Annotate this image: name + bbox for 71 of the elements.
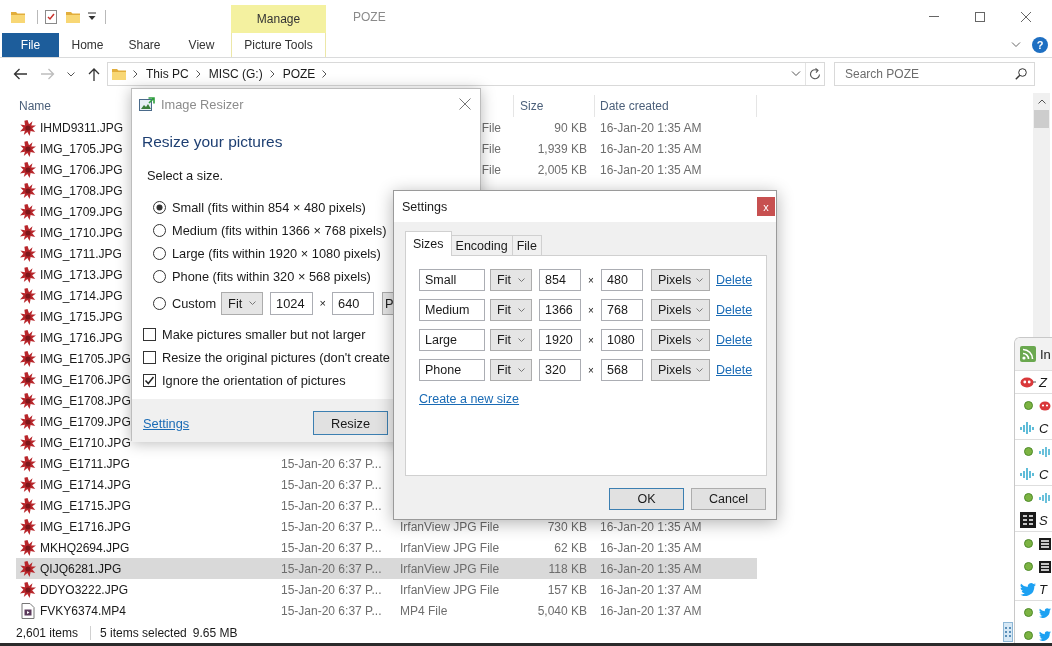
selection-size: 9.65 MB bbox=[192, 625, 238, 640]
modified-date: 15-Jan-20 6:37 P... bbox=[281, 561, 382, 576]
file-type: IrfanView JPG File bbox=[400, 519, 500, 534]
file-name: DDYO3222.JPG bbox=[40, 582, 129, 597]
file-name: IMG_E1706.JPG bbox=[40, 372, 131, 387]
modified-date: 15-Jan-20 6:37 P... bbox=[281, 498, 382, 513]
file-size: 62 KB bbox=[554, 540, 587, 555]
times-sign: × bbox=[318, 297, 327, 309]
file-type: IrfanView JPG File bbox=[400, 540, 500, 555]
created-date: 16-Jan-20 1:37 AM bbox=[600, 603, 702, 618]
file-type: IrfanView JPG File bbox=[400, 582, 500, 597]
created-date: 16-Jan-20 1:35 AM bbox=[600, 561, 702, 576]
times-sign: × bbox=[587, 364, 595, 376]
panel-title: In bbox=[1040, 346, 1051, 362]
file-type: MP4 File bbox=[400, 603, 448, 618]
file-size: 1,939 KB bbox=[537, 141, 587, 156]
modified-date: 15-Jan-20 6:37 P... bbox=[281, 540, 382, 555]
file-name: IMG_1715.JPG bbox=[40, 309, 123, 324]
times-sign: × bbox=[587, 274, 595, 286]
created-date: 16-Jan-20 1:37 AM bbox=[600, 582, 702, 597]
file-name: IMG_E1711.JPG bbox=[40, 456, 130, 471]
file-name: IMG_1713.JPG bbox=[40, 267, 123, 282]
file-size: 730 KB bbox=[547, 519, 587, 534]
file-name: IMG_E1708.JPG bbox=[40, 393, 131, 408]
file-type: IrfanView JPG File bbox=[400, 561, 500, 576]
window-title: POZE bbox=[353, 9, 386, 24]
file-name: IMG_E1714.JPG bbox=[40, 477, 131, 492]
file-name: IMG_E1715.JPG bbox=[40, 498, 131, 513]
file-type: File bbox=[481, 141, 501, 156]
selection-count: 5 items selected bbox=[100, 625, 187, 640]
modified-date: 15-Jan-20 6:37 P... bbox=[281, 582, 382, 597]
dialog-title: Settings bbox=[402, 199, 448, 214]
file-name: IMG_E1710.JPG bbox=[40, 435, 131, 450]
file-size: 2,005 KB bbox=[537, 162, 587, 177]
context-tab-header: Manage bbox=[231, 5, 326, 33]
file-name: IMG_E1705.JPG bbox=[40, 351, 131, 366]
prompt-text: Select a size. bbox=[147, 167, 225, 185]
file-name: IMG_1714.JPG bbox=[40, 288, 123, 303]
modified-date: 15-Jan-20 6:37 P... bbox=[281, 477, 382, 492]
file-name: IHMD9311.JPG bbox=[40, 120, 124, 135]
file-name: IMG_E1709.JPG bbox=[40, 414, 131, 429]
item-count: 2,601 items bbox=[16, 625, 79, 640]
dialog-title: Image Resizer bbox=[161, 96, 244, 112]
times-sign: × bbox=[587, 334, 595, 346]
file-type: File bbox=[481, 120, 501, 135]
modified-date: 15-Jan-20 6:37 P... bbox=[281, 519, 382, 534]
created-date: 16-Jan-20 1:35 AM bbox=[600, 162, 702, 177]
file-name: IMG_1711.JPG bbox=[40, 246, 122, 261]
file-type: File bbox=[481, 162, 501, 177]
file-name: IMG_1709.JPG bbox=[40, 204, 123, 219]
file-size: 90 KB bbox=[554, 120, 587, 135]
file-name: IMG_1706.JPG bbox=[40, 162, 123, 177]
dialog-heading: Resize your pictures bbox=[142, 132, 284, 152]
times-sign: × bbox=[587, 304, 595, 316]
file-name: IMG_1710.JPG bbox=[40, 225, 123, 240]
modified-date: 15-Jan-20 6:37 P... bbox=[281, 456, 382, 471]
file-size: 157 KB bbox=[547, 582, 587, 597]
created-date: 16-Jan-20 1:35 AM bbox=[600, 540, 702, 555]
file-size: 5,040 KB bbox=[537, 603, 587, 618]
file-name: QIJQ6281.JPG bbox=[40, 561, 122, 576]
created-date: 16-Jan-20 1:35 AM bbox=[600, 141, 702, 156]
file-name: IMG_1705.JPG bbox=[40, 141, 123, 156]
file-name: IMG_1716.JPG bbox=[40, 330, 123, 345]
modified-date: 15-Jan-20 6:37 P... bbox=[281, 603, 382, 618]
file-size: 118 KB bbox=[548, 561, 587, 576]
file-name: IMG_1708.JPG bbox=[40, 183, 123, 198]
created-date: 16-Jan-20 1:35 AM bbox=[600, 120, 702, 135]
file-name: IMG_E1716.JPG bbox=[40, 519, 131, 534]
created-date: 16-Jan-20 1:35 AM bbox=[600, 519, 702, 534]
file-name: MKHQ2694.JPG bbox=[40, 540, 130, 555]
file-name: FVKY6374.MP4 bbox=[40, 603, 127, 618]
